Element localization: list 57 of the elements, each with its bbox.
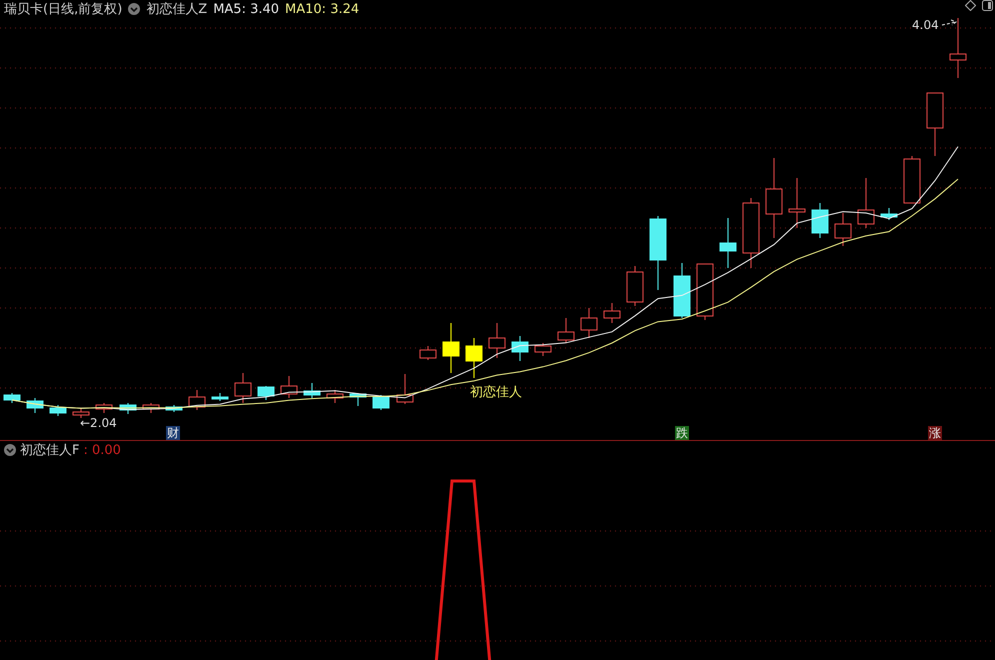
- candlestick: [234, 372, 252, 404]
- candlestick: [812, 202, 828, 238]
- indicator-name: 初恋佳人Z: [146, 1, 208, 18]
- ma5-value: MA5: 3.40: [213, 2, 280, 16]
- wealth-marker: 财: [166, 426, 180, 440]
- candlestick: [534, 342, 552, 356]
- candlestick: [950, 18, 966, 78]
- candlestick: [4, 392, 20, 404]
- candlestick: [488, 322, 506, 358]
- candlestick: [904, 156, 920, 204]
- candlestick: [258, 386, 274, 400]
- candlestick: [580, 308, 598, 338]
- candlestick: [420, 346, 436, 360]
- candlestick: [304, 382, 320, 398]
- candlestick: [834, 212, 852, 246]
- candlestick: [788, 178, 806, 228]
- candlestick: [880, 208, 898, 220]
- low-price-label: ←2.04: [80, 416, 117, 430]
- candlestick: [742, 198, 760, 268]
- candlestick: [96, 402, 112, 414]
- candlestick: [696, 264, 714, 320]
- signal-label: 初恋佳人: [470, 385, 522, 400]
- diamond-icon[interactable]: [965, 0, 976, 11]
- chevron-down-icon[interactable]: [4, 444, 16, 456]
- fall-marker: 跌: [675, 426, 689, 440]
- candlestick: [512, 336, 528, 362]
- candlestick: [212, 392, 228, 402]
- candlestick: [626, 266, 644, 306]
- high-price-label: 4.04: [912, 18, 939, 32]
- candlestick: [674, 262, 690, 318]
- panel-icon[interactable]: [982, 0, 993, 11]
- candlestick: [926, 92, 944, 156]
- candlestick: [350, 392, 366, 406]
- candlestick: [120, 402, 136, 414]
- arrow-icon: [942, 20, 958, 26]
- candlestick: [604, 302, 620, 324]
- candlestick: [372, 394, 390, 410]
- candlestick: [166, 404, 182, 412]
- indicator-name: 初恋佳人F: [20, 442, 80, 459]
- candlestick: [466, 338, 482, 378]
- candlestick: [442, 322, 460, 374]
- stock-title: 瑞贝卡(日线,前复权): [4, 1, 122, 18]
- ma10-value: MA10: 3.24: [285, 2, 360, 16]
- candlestick: [720, 218, 736, 268]
- chevron-down-icon[interactable]: [128, 3, 140, 15]
- candlestick: [558, 318, 574, 344]
- candlestick: [396, 374, 414, 404]
- candlestick: [326, 390, 344, 404]
- candlestick: [26, 398, 44, 414]
- candlestick: [858, 178, 874, 228]
- candlestick: [142, 402, 160, 414]
- rise-marker: 涨: [928, 426, 942, 440]
- indicator-value: : 0.00: [83, 442, 121, 458]
- candlestick: [188, 390, 206, 410]
- candlestick: [50, 404, 66, 416]
- candlestick: [280, 376, 298, 398]
- candlestick: [72, 408, 90, 418]
